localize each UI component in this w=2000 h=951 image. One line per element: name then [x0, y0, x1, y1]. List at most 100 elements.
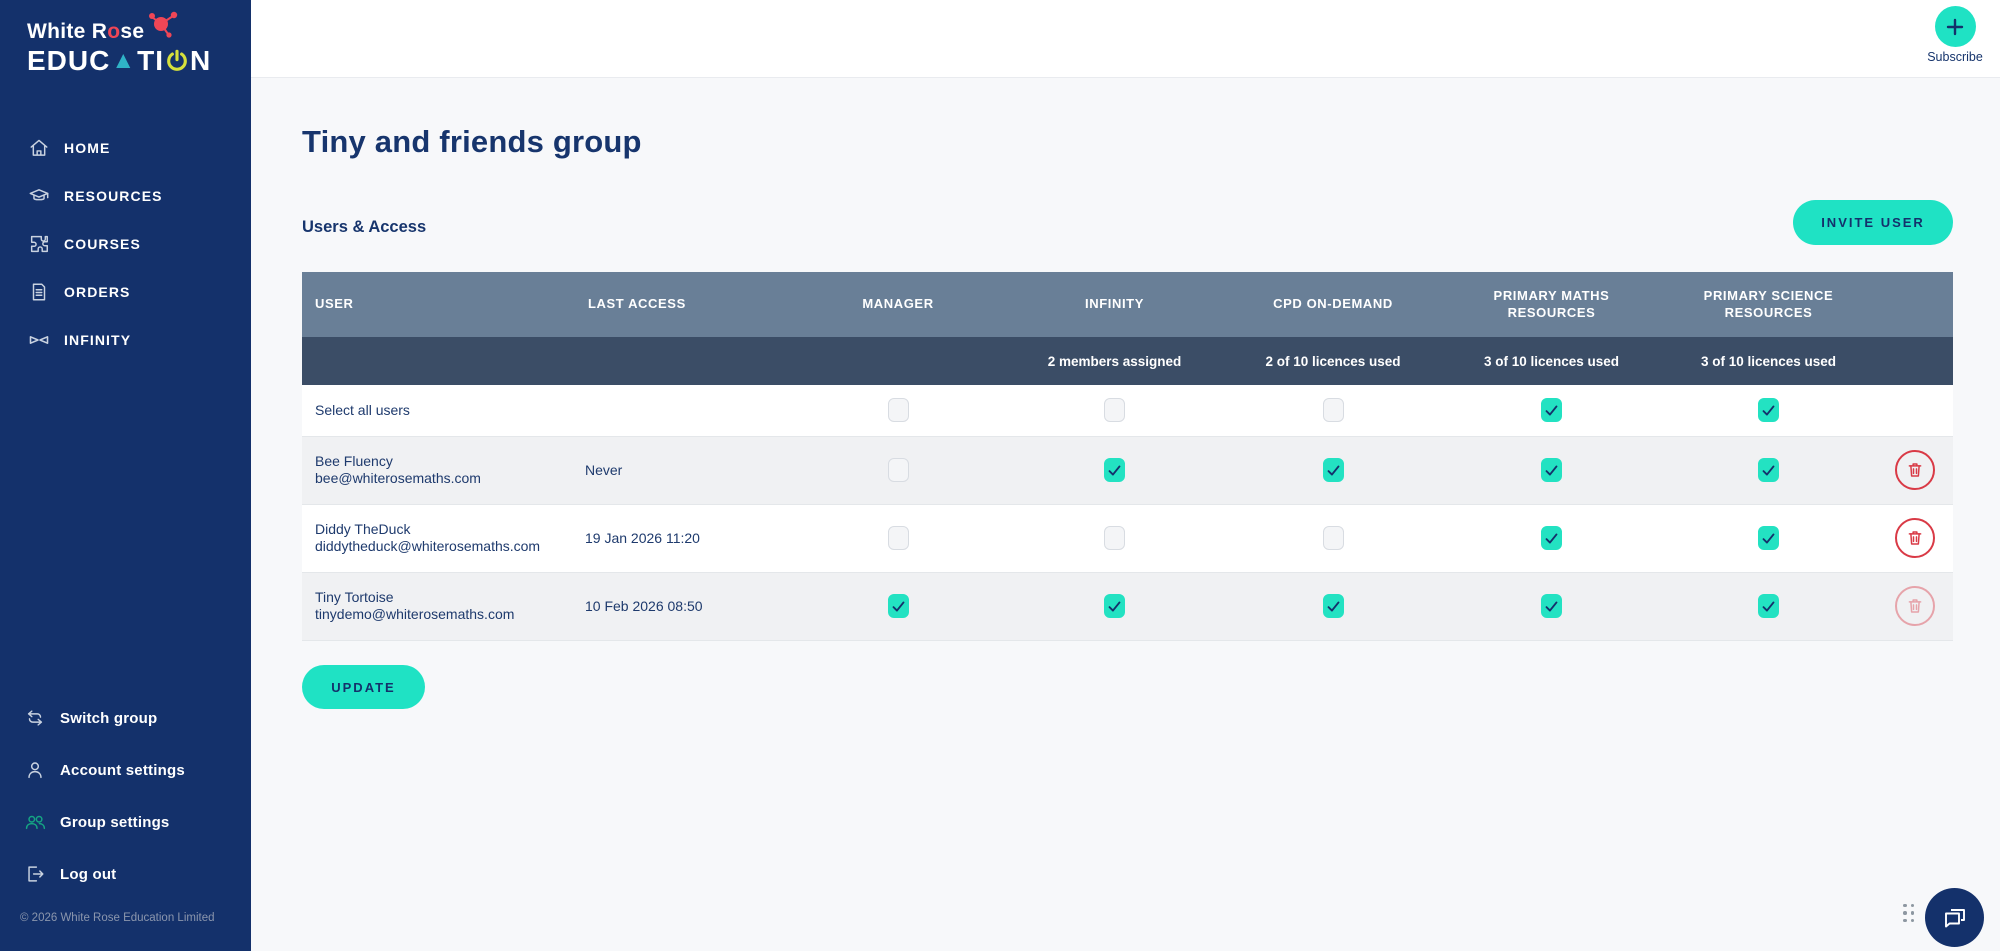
- manager-checkbox[interactable]: [888, 594, 909, 618]
- update-button[interactable]: UPDATE: [302, 665, 425, 709]
- logo-red-o: o: [107, 20, 120, 43]
- select-all-cpd-checkbox[interactable]: [1323, 398, 1344, 422]
- infinity-icon: [27, 328, 51, 352]
- user-name: Diddy TheDuck: [315, 521, 565, 539]
- sidebar-item-label: Switch group: [60, 710, 157, 727]
- select-all-maths-checkbox[interactable]: [1541, 398, 1562, 422]
- select-all-label: Select all users: [302, 385, 575, 436]
- sidebar-item-resources[interactable]: RESOURCES: [0, 172, 251, 220]
- user-email: diddytheduck@whiterosemaths.com: [315, 538, 565, 556]
- sidebar-item-label: INFINITY: [64, 332, 131, 348]
- col-header-infinity: INFINITY: [1006, 272, 1223, 337]
- document-icon: [27, 280, 51, 304]
- logo-text: N: [190, 45, 211, 77]
- manager-checkbox[interactable]: [888, 458, 909, 482]
- infinity-checkbox[interactable]: [1104, 526, 1125, 550]
- sidebar-item-infinity[interactable]: INFINITY: [0, 316, 251, 364]
- select-all-science-checkbox[interactable]: [1758, 398, 1779, 422]
- invite-user-button[interactable]: INVITE USER: [1793, 200, 1953, 245]
- cpd-checkbox[interactable]: [1323, 594, 1344, 618]
- infinity-members-assigned: 2 members assigned: [1006, 337, 1223, 385]
- logo-text: se: [120, 20, 144, 43]
- molecule-icon: [145, 8, 183, 38]
- sidebar-item-account-settings[interactable]: Account settings: [0, 744, 251, 796]
- sidebar-item-label: Account settings: [60, 762, 185, 779]
- delete-user-button[interactable]: [1895, 518, 1935, 558]
- graduation-cap-icon: [27, 184, 51, 208]
- science-checkbox[interactable]: [1758, 594, 1779, 618]
- trash-icon: [1906, 461, 1924, 479]
- cpd-checkbox[interactable]: [1323, 458, 1344, 482]
- users-access-table: USER LAST ACCESS MANAGER INFINITY CPD ON…: [302, 272, 1953, 641]
- table-header-row: USER LAST ACCESS MANAGER INFINITY CPD ON…: [302, 272, 1953, 337]
- sidebar-item-home[interactable]: HOME: [0, 124, 251, 172]
- puzzle-icon: [27, 232, 51, 256]
- logo-triangle-a: ▲: [111, 47, 136, 75]
- sidebar-item-switch-group[interactable]: Switch group: [0, 692, 251, 744]
- last-access-value: 19 Jan 2026 11:20: [575, 504, 790, 572]
- select-all-manager-checkbox[interactable]: [888, 398, 909, 422]
- sidebar-item-label: Group settings: [60, 814, 169, 831]
- science-checkbox[interactable]: [1758, 458, 1779, 482]
- maths-checkbox[interactable]: [1541, 458, 1562, 482]
- plus-icon[interactable]: [1935, 6, 1976, 47]
- infinity-checkbox[interactable]: [1104, 594, 1125, 618]
- logo-text: TI: [137, 45, 164, 77]
- person-icon: [23, 758, 47, 782]
- swap-arrows-icon: [23, 706, 47, 730]
- cpd-licences-used: 2 of 10 licences used: [1223, 337, 1443, 385]
- manager-checkbox[interactable]: [888, 526, 909, 550]
- col-header-maths: PRIMARY MATHS RESOURCES: [1443, 272, 1660, 337]
- sidebar-nav: HOME RESOURCES COURSES ORDERS INFINITY: [0, 124, 251, 364]
- sidebar-item-courses[interactable]: COURSES: [0, 220, 251, 268]
- col-header-last-access: LAST ACCESS: [575, 272, 790, 337]
- science-checkbox[interactable]: [1758, 526, 1779, 550]
- group-people-icon: [23, 810, 47, 834]
- maths-checkbox[interactable]: [1541, 594, 1562, 618]
- brand-logo-line1: White Rose: [27, 20, 211, 44]
- select-all-row: Select all users: [302, 385, 1953, 436]
- maths-licences-used: 3 of 10 licences used: [1443, 337, 1660, 385]
- sidebar-item-label: HOME: [64, 140, 110, 156]
- sidebar-item-label: COURSES: [64, 236, 141, 252]
- trash-icon: [1906, 597, 1924, 615]
- home-icon: [27, 136, 51, 160]
- user-email: bee@whiterosemaths.com: [315, 470, 565, 488]
- select-all-infinity-checkbox[interactable]: [1104, 398, 1125, 422]
- last-access-value: 10 Feb 2026 08:50: [575, 572, 790, 640]
- logout-icon: [23, 862, 47, 886]
- science-licences-used: 3 of 10 licences used: [1660, 337, 1877, 385]
- table-row-user: Diddy TheDuck diddytheduck@whiterosemath…: [302, 504, 1953, 572]
- user-email: tinydemo@whiterosemaths.com: [315, 606, 565, 624]
- sidebar-footer-nav: Switch group Account settings Group sett…: [0, 692, 251, 900]
- col-header-user: USER: [302, 272, 575, 337]
- logo-text: White R: [27, 20, 107, 43]
- maths-checkbox[interactable]: [1541, 526, 1562, 550]
- subscribe-button[interactable]: Subscribe: [1923, 6, 1987, 64]
- col-header-manager: MANAGER: [790, 272, 1006, 337]
- chat-button[interactable]: [1925, 888, 1984, 947]
- sidebar-item-orders[interactable]: ORDERS: [0, 268, 251, 316]
- power-icon: [165, 48, 189, 74]
- user-name: Tiny Tortoise: [315, 589, 565, 607]
- licence-summary-row: 2 members assigned 2 of 10 licences used…: [302, 337, 1953, 385]
- brand-logo[interactable]: White Rose EDUC▲TIN: [27, 20, 211, 77]
- sidebar-item-log-out[interactable]: Log out: [0, 848, 251, 900]
- table-row-user: Tiny Tortoise tinydemo@whiterosemaths.co…: [302, 572, 1953, 640]
- brand-logo-line2: EDUC▲TIN: [27, 45, 211, 77]
- sidebar-item-label: RESOURCES: [64, 188, 163, 204]
- delete-user-button[interactable]: [1895, 450, 1935, 490]
- widget-drag-handle[interactable]: [1901, 902, 1916, 924]
- page-title: Tiny and friends group: [302, 124, 642, 160]
- col-header-science: PRIMARY SCIENCE RESOURCES: [1660, 272, 1877, 337]
- col-header-actions: [1877, 272, 1953, 337]
- users-access-heading: Users & Access: [302, 218, 426, 237]
- user-name: Bee Fluency: [315, 453, 565, 471]
- cpd-checkbox[interactable]: [1323, 526, 1344, 550]
- main-content: Tiny and friends group Users & Access IN…: [251, 78, 2000, 951]
- delete-user-button[interactable]: [1895, 586, 1935, 626]
- col-header-cpd: CPD ON-DEMAND: [1223, 272, 1443, 337]
- infinity-checkbox[interactable]: [1104, 458, 1125, 482]
- sidebar-item-group-settings[interactable]: Group settings: [0, 796, 251, 848]
- copyright-text: © 2026 White Rose Education Limited: [20, 912, 215, 924]
